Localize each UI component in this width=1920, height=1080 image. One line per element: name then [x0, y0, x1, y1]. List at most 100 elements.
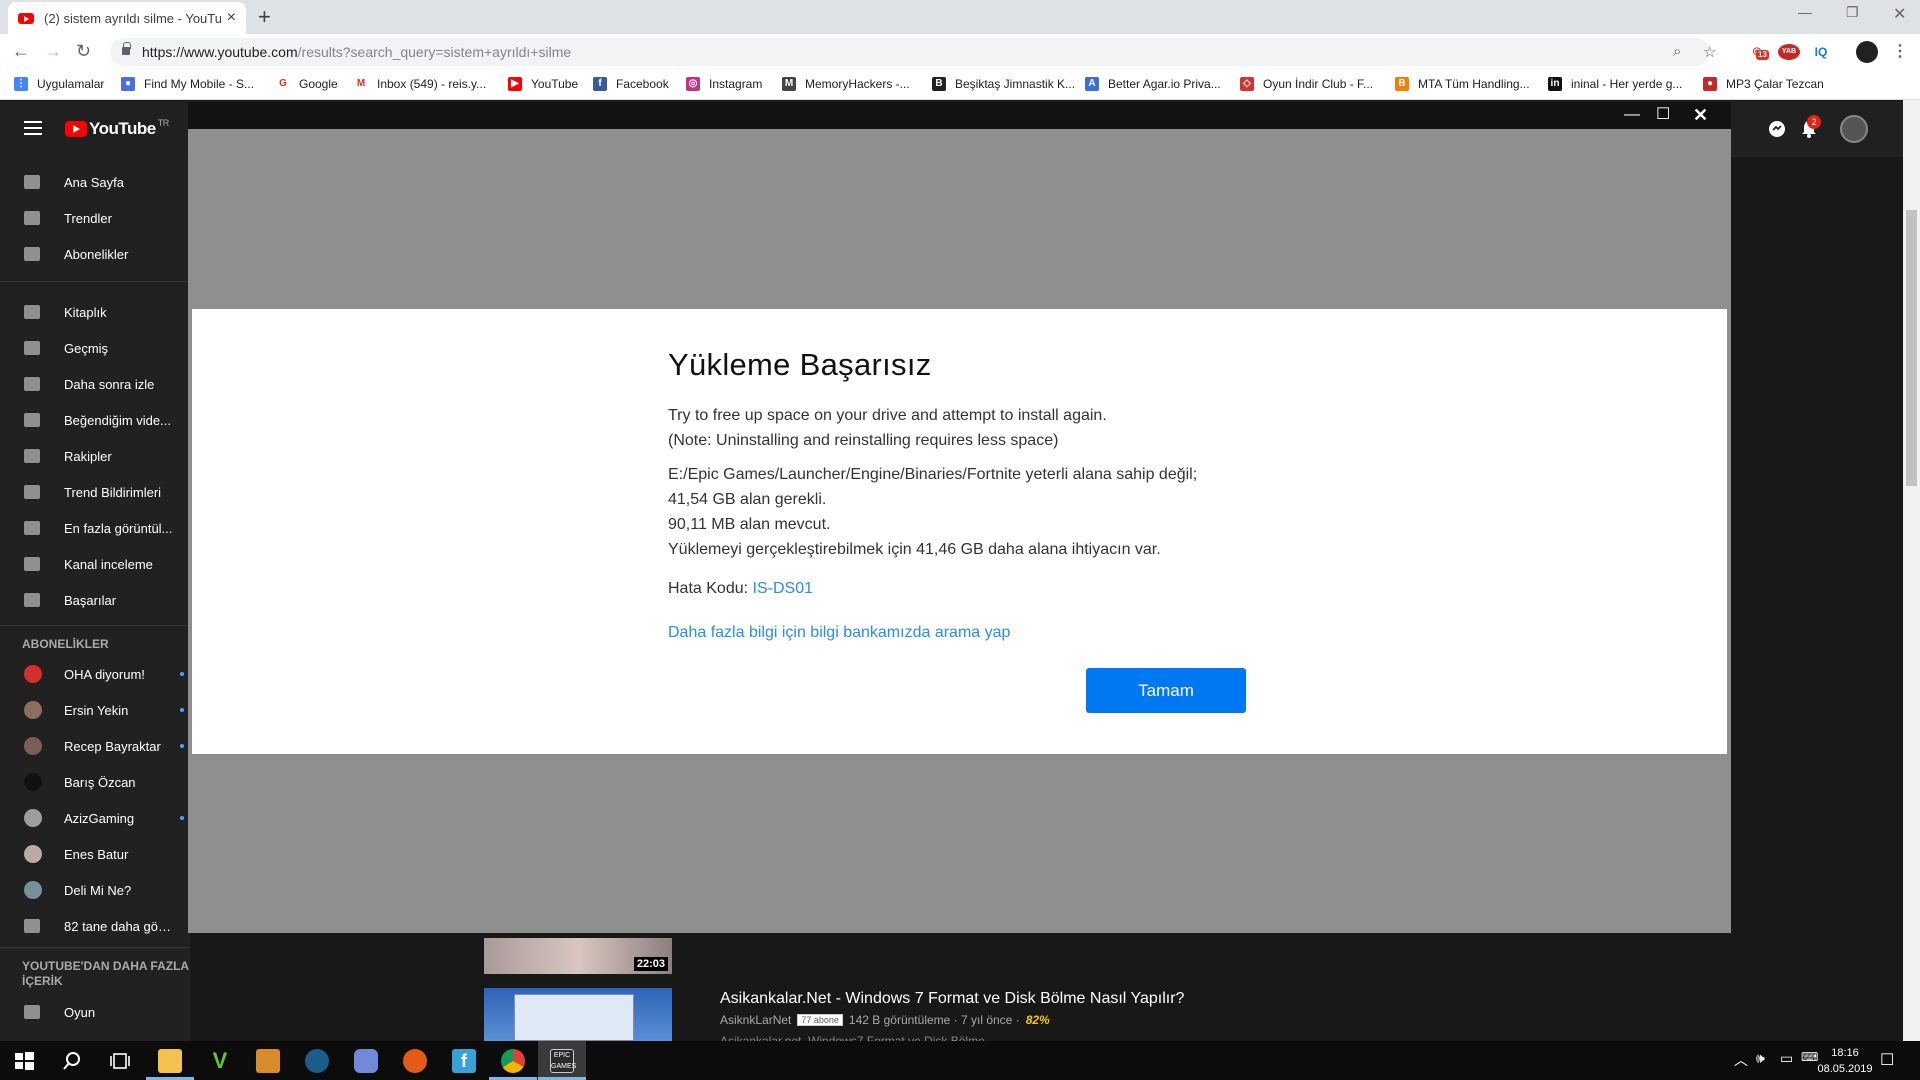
screen: (2) sistem ayrıldı silme - YouTube × + —… — [0, 0, 1920, 1080]
scrollbar-thumb[interactable] — [1906, 210, 1917, 486]
browser-tab[interactable]: (2) sistem ayrıldı silme - YouTube × — [8, 2, 246, 34]
epic-close-icon[interactable]: ✕ — [1693, 105, 1708, 125]
vegas-icon[interactable]: V — [208, 1049, 232, 1073]
sidebar-item[interactable]: 82 tane daha gös... — [0, 909, 190, 943]
video-channel[interactable]: AsiknkLarNet — [720, 1013, 791, 1027]
sidebar-item[interactable]: Beğendiğim vide... — [0, 403, 190, 437]
chrome-icon[interactable] — [501, 1049, 525, 1073]
epic-games-icon[interactable]: EPIC GAMES — [550, 1049, 576, 1073]
channel-avatar-icon — [24, 701, 42, 719]
bookmark-favicon-icon: in — [1548, 77, 1562, 91]
zoom-search-icon[interactable]: ⌕ — [1673, 43, 1681, 60]
sidebar-item[interactable]: Geçmiş — [0, 331, 190, 365]
forward-icon[interactable]: → — [44, 42, 62, 60]
bookmark-item[interactable]: ◎ Instagram — [686, 77, 762, 91]
sidebar-item[interactable]: OHA diyorum! — [0, 657, 190, 691]
discord-icon[interactable] — [354, 1049, 378, 1073]
lock-icon — [122, 42, 131, 55]
restore-window-icon[interactable]: ❐ — [1846, 4, 1859, 21]
sidebar-item[interactable]: Barış Özcan — [0, 765, 190, 799]
bookmark-label: Uygulamalar — [37, 77, 105, 91]
address-bar[interactable]: https://www.youtube.com/results?search_q… — [110, 38, 1716, 66]
minimize-window-icon[interactable]: — — [1798, 4, 1812, 20]
sidebar-item[interactable]: Recep Bayraktar — [0, 729, 190, 763]
network-icon[interactable]: ▭ — [1780, 1050, 1793, 1067]
reload-icon[interactable]: ↻ — [76, 42, 91, 60]
ok-button[interactable]: Tamam — [1086, 668, 1246, 713]
bookmark-star-icon[interactable]: ☆ — [1703, 43, 1716, 61]
bookmark-favicon-icon: M — [354, 77, 368, 91]
extension-notifier-icon[interactable]: ◎13 — [1748, 44, 1769, 60]
sidebar-item-label: Abonelikler — [64, 246, 129, 262]
browser-menu-icon[interactable]: ⋮ — [1892, 44, 1908, 60]
video-thumbnail[interactable] — [484, 988, 672, 1041]
bookmark-item[interactable]: B MTA Tüm Handling... — [1395, 77, 1530, 91]
bookmark-item[interactable]: M MemoryHackers -... — [782, 77, 910, 91]
bookmark-item[interactable]: f Facebook — [593, 77, 669, 91]
steam-icon[interactable] — [305, 1049, 329, 1073]
sidebar-item[interactable]: Ana Sayfa — [0, 165, 190, 199]
sidebar-item[interactable]: En fazla görüntül... — [0, 511, 190, 545]
profile-avatar[interactable] — [1856, 41, 1878, 63]
knowledge-base-link[interactable]: Daha fazla bilgi için bilgi bankamızda a… — [668, 624, 1268, 642]
bookmark-item[interactable]: ● Find My Mobile - S... — [121, 77, 254, 91]
tab-strip: (2) sistem ayrıldı silme - YouTube × + —… — [0, 0, 1920, 34]
sidebar-item[interactable]: Oyun — [0, 995, 190, 1029]
sidebar-item[interactable]: Deli Mi Ne? — [0, 873, 190, 907]
windows-start-icon[interactable] — [12, 1049, 36, 1073]
close-window-icon[interactable]: ✕ — [1893, 4, 1906, 24]
edge-icon[interactable] — [403, 1049, 427, 1073]
video-title[interactable]: Asikankalar.Net - Windows 7 Format ve Di… — [720, 990, 1184, 1008]
sidebar-item[interactable]: Kitaplık — [0, 295, 190, 329]
file-explorer-icon[interactable] — [158, 1049, 182, 1073]
bookmark-item[interactable]: ● MP3 Çalar Tezcan — [1703, 77, 1824, 91]
bookmark-item[interactable]: ▶ YouTube — [508, 77, 578, 91]
sidebar-item[interactable]: Rakipler — [0, 439, 190, 473]
bookmark-item[interactable]: G Google — [276, 77, 338, 91]
messages-icon[interactable] — [1766, 118, 1788, 140]
sidebar-item[interactable]: Başarılar — [0, 583, 190, 617]
taskbar-clock[interactable]: 18:16 08.05.2019 — [1810, 1045, 1880, 1077]
dialog-line: 41,54 GB alan gerekli. — [668, 491, 827, 508]
youtube-logo[interactable]: YouTube TR — [65, 118, 170, 139]
bookmark-item[interactable]: M Inbox (549) - reis.y... — [354, 77, 486, 91]
app-f-icon[interactable]: f — [452, 1049, 476, 1073]
video-thumbnail[interactable]: 22:03 — [484, 938, 672, 974]
sidebar-item[interactable]: Trendler — [0, 201, 190, 235]
epic-titlebar: — ☐ ✕ — [188, 102, 1731, 129]
youtube-region: TR — [157, 118, 170, 128]
sidebar-item[interactable]: Kanal inceleme — [0, 547, 190, 581]
sidebar-item[interactable]: Daha sonra izle — [0, 367, 190, 401]
action-center-icon[interactable]: ☐ — [1880, 1050, 1894, 1070]
youtube-logo-text: YouTube — [89, 119, 156, 138]
sidebar-item[interactable]: AzizGaming — [0, 801, 190, 835]
task-view-icon[interactable] — [108, 1049, 132, 1073]
volume-icon[interactable]: 🕪 — [1756, 1050, 1765, 1067]
hamburger-menu-icon[interactable] — [24, 121, 42, 135]
new-tab-icon[interactable]: + — [258, 6, 271, 28]
error-code-link[interactable]: IS-DS01 — [753, 580, 813, 597]
back-icon[interactable]: ← — [12, 42, 30, 60]
bookmark-item[interactable]: in ininal - Her yerde g... — [1548, 77, 1682, 91]
bookmark-item[interactable]: A Better Agar.io Priva... — [1085, 77, 1221, 91]
bookmark-item[interactable]: ⋮ Uygulamalar — [14, 77, 104, 91]
iq-extension-icon[interactable]: IQ — [1810, 44, 1832, 60]
yab-extension-icon[interactable]: YAB — [1778, 44, 1800, 60]
bookmark-item[interactable]: B Beşiktaş Jimnastik K... — [932, 77, 1075, 91]
epic-minimize-icon[interactable]: — — [1624, 105, 1640, 125]
epic-launcher-window: — ☐ ✕ Yükleme Başarısız Try to free up s… — [188, 102, 1731, 933]
sidebar-item[interactable]: Trend Bildirimleri — [0, 475, 190, 509]
search-icon[interactable] — [60, 1049, 84, 1073]
media-player-icon[interactable] — [256, 1049, 280, 1073]
bookmark-item[interactable]: ◇ Oyun İndir Club - F... — [1240, 77, 1373, 91]
bookmark-favicon-icon: B — [932, 77, 946, 91]
tab-close-icon[interactable]: × — [227, 9, 236, 27]
dialog-line: Yüklemeyi gerçekleştirebilmek için 41,46… — [668, 541, 1161, 558]
account-avatar[interactable] — [1840, 115, 1868, 143]
sidebar-divider — [0, 625, 190, 626]
sidebar-item[interactable]: Enes Batur — [0, 837, 190, 871]
epic-maximize-icon[interactable]: ☐ — [1656, 105, 1670, 125]
sidebar-item[interactable]: Abonelikler — [0, 237, 190, 271]
tray-expand-icon[interactable]: ︿ — [1734, 1050, 1748, 1070]
sidebar-item[interactable]: Ersin Yekin — [0, 693, 190, 727]
